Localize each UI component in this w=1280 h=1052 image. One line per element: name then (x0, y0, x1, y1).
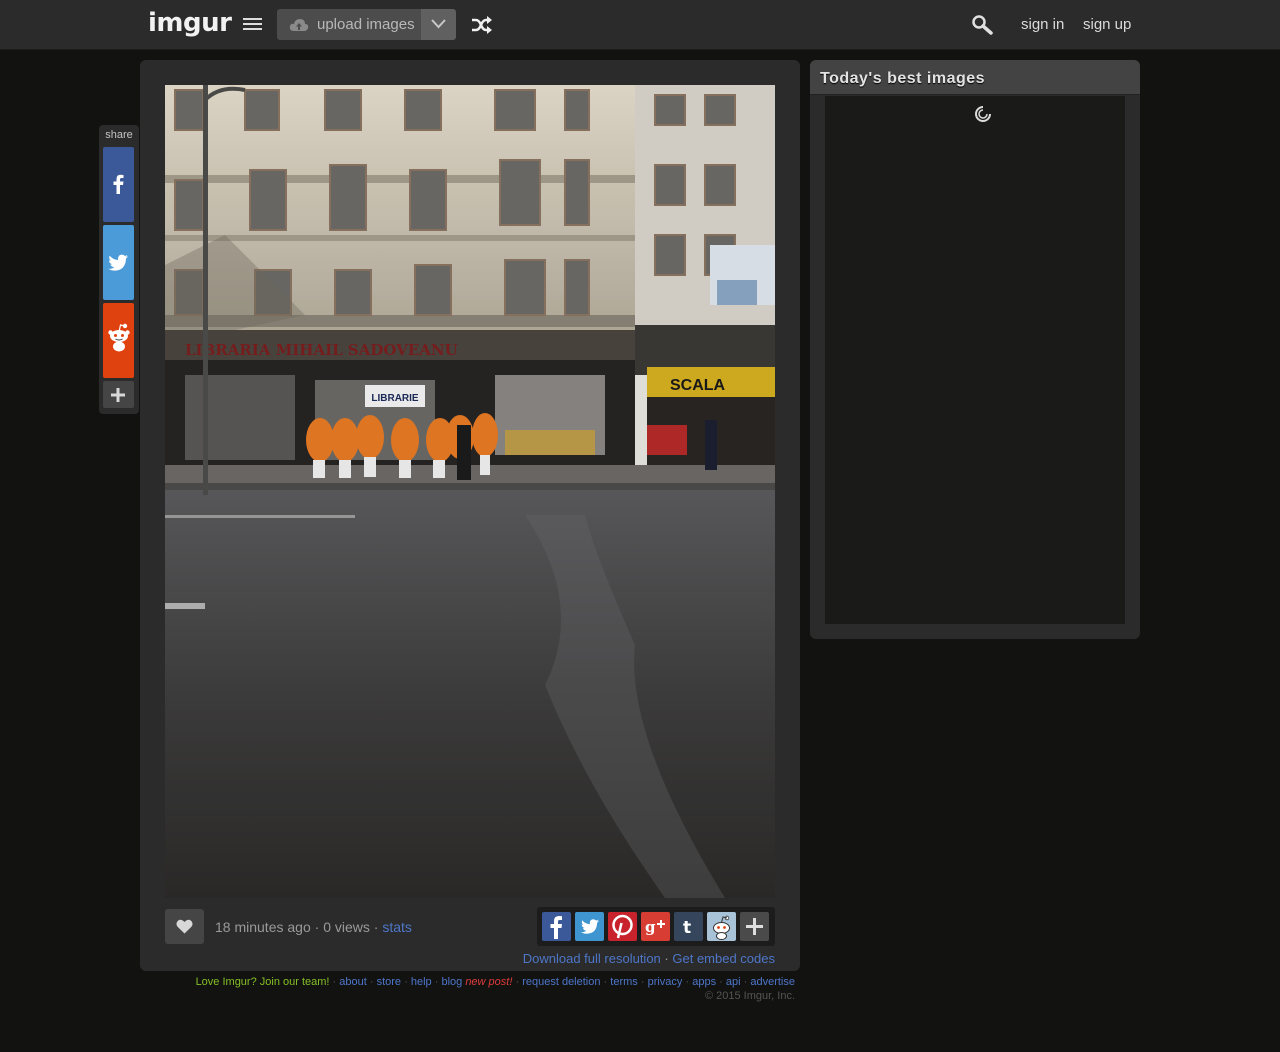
random-shuffle-icon[interactable] (471, 16, 492, 34)
svg-text:t: t (683, 918, 691, 938)
meta-separator: · (314, 919, 320, 935)
google-plus-icon: g (645, 918, 665, 936)
pinterest-icon (612, 914, 633, 939)
copyright-text: © 2015 Imgur, Inc. (704, 990, 795, 1002)
favorite-button[interactable] (165, 909, 204, 944)
facebook-share-button[interactable] (542, 912, 571, 941)
tumblr-icon: t (683, 918, 691, 938)
hamburger-menu-icon[interactable] (243, 18, 262, 32)
help-link[interactable]: help (411, 976, 432, 988)
share-reddit-button[interactable] (103, 303, 134, 378)
share-label: share (105, 129, 133, 141)
share-sidebar: share (99, 125, 139, 414)
cloud-upload-icon (289, 19, 309, 31)
upload-options-dropdown[interactable] (421, 9, 456, 40)
time-ago: 18 minutes ago (215, 919, 311, 935)
todays-best-gallery (825, 96, 1125, 624)
tumblr-share-button[interactable]: t (674, 912, 703, 941)
privacy-link[interactable]: privacy (648, 976, 683, 988)
twitter-icon (108, 254, 128, 271)
pinterest-share-button[interactable] (608, 912, 637, 941)
request-deletion-link[interactable]: request deletion (522, 976, 600, 988)
search-icon[interactable] (971, 14, 993, 36)
download-links: Download full resolution · Get embed cod… (523, 951, 775, 966)
chevron-down-icon (431, 19, 446, 29)
terms-link[interactable]: terms (610, 976, 638, 988)
heart-icon (176, 919, 193, 934)
plus-icon (746, 918, 763, 935)
todays-best-title: Today's best images (820, 70, 986, 87)
reddit-alien-icon (108, 323, 130, 352)
social-share-bar: g t (537, 907, 775, 946)
imgur-logo[interactable]: imgur (148, 8, 232, 38)
facebook-icon (550, 916, 562, 939)
share-twitter-button[interactable] (103, 225, 134, 300)
link-separator: · (664, 951, 669, 966)
new-post-badge[interactable]: new post! (465, 976, 512, 988)
top-navbar: imgur upload images sign in sign up (0, 0, 1280, 50)
facebook-icon (113, 174, 124, 194)
api-link[interactable]: api (726, 976, 741, 988)
join-team-link[interactable]: Love Imgur? Join our team! (196, 976, 330, 988)
download-full-resolution-link[interactable]: Download full resolution (523, 951, 661, 966)
apps-link[interactable]: apps (692, 976, 716, 988)
plus-icon (111, 388, 125, 402)
meta-separator: · (373, 919, 379, 935)
about-link[interactable]: about (339, 976, 367, 988)
twitter-icon (581, 919, 599, 934)
view-count: 0 views (323, 919, 370, 935)
blog-link[interactable]: blog (441, 976, 462, 988)
sign-up-link[interactable]: sign up (1083, 16, 1131, 33)
google-plus-share-button[interactable]: g (641, 912, 670, 941)
advertise-link[interactable]: advertise (750, 976, 795, 988)
twitter-share-button[interactable] (575, 912, 604, 941)
get-embed-codes-link[interactable]: Get embed codes (672, 951, 775, 966)
todays-best-panel: Today's best images (810, 60, 1140, 639)
todays-best-header: Today's best images (810, 60, 1140, 95)
sign-in-link[interactable]: sign in (1021, 16, 1064, 33)
street-scene-image: LIBRARIA MIHAIL SADOVEANU LIBRARIE SCALA (165, 85, 775, 898)
share-facebook-button[interactable] (103, 147, 134, 222)
store-link[interactable]: store (377, 976, 401, 988)
loading-spinner-icon (975, 106, 991, 122)
image-metadata: 18 minutes ago · 0 views · stats (215, 919, 412, 935)
more-share-button[interactable] (740, 912, 769, 941)
main-photo[interactable]: LIBRARIA MIHAIL SADOVEANU LIBRARIE SCALA (165, 85, 775, 898)
upload-images-label: upload images (317, 16, 415, 33)
reddit-alien-icon (713, 915, 730, 940)
share-more-button[interactable] (103, 381, 134, 408)
reddit-share-button[interactable] (707, 912, 736, 941)
image-panel: LIBRARIA MIHAIL SADOVEANU LIBRARIE SCALA (140, 60, 800, 971)
svg-text:g: g (645, 918, 656, 936)
upload-images-button[interactable]: upload images (277, 9, 421, 40)
stats-link[interactable]: stats (382, 919, 412, 935)
footer-links: Love Imgur? Join our team! · about · sto… (195, 976, 795, 988)
